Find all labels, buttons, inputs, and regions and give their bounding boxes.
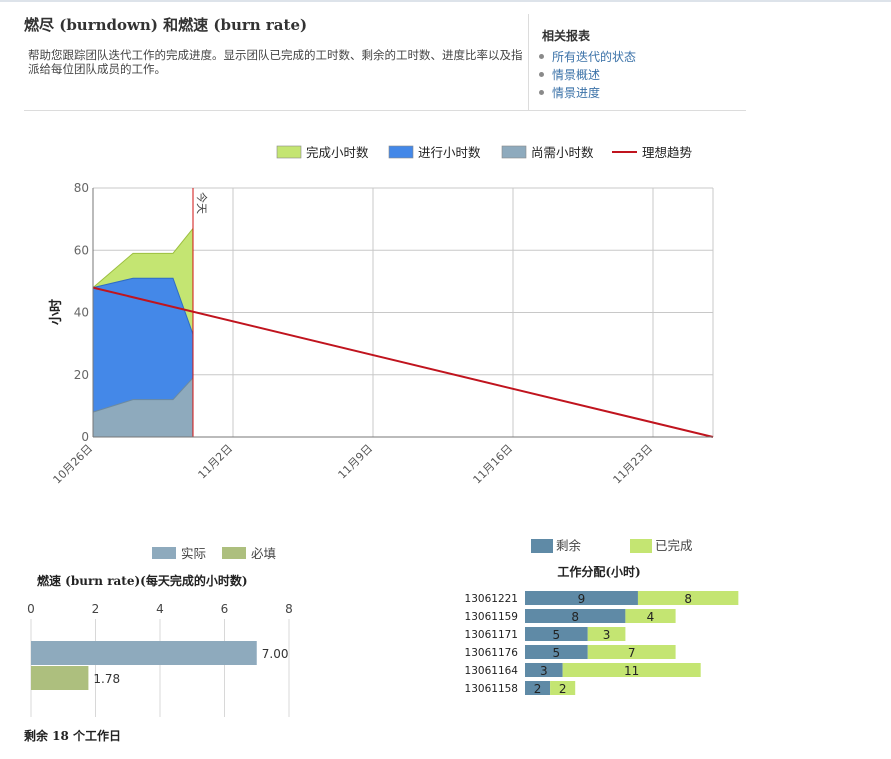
- in-progress-hours-area: [93, 278, 193, 413]
- work-member-label: 13061159: [465, 611, 518, 623]
- work-remaining-value: 5: [553, 646, 561, 660]
- x-tick-label: 10月26日: [51, 442, 96, 487]
- burn-rate-bar-required: [31, 666, 89, 690]
- legend-required-label: 必填: [251, 546, 276, 561]
- work-done-value: 3: [603, 628, 611, 642]
- burn-rate-bar-label: 1.78: [93, 672, 120, 686]
- burn-rate-bar-actual: [31, 641, 257, 665]
- burn-rate-tick-label: 8: [285, 602, 293, 616]
- x-tick-label: 11月23日: [611, 442, 656, 487]
- remaining-workdays: 剩余 18 个工作日: [24, 729, 122, 743]
- charts-canvas: 0 20 40 60 80 10月26日 11月2日 11月9日 11月16日 11月23日 今天小…: [27, 145, 739, 717]
- legend-work-done-swatch: [630, 539, 652, 553]
- legend-work-remaining-swatch: [531, 539, 553, 553]
- work-done-value: 2: [559, 682, 567, 696]
- y-axis-label: 小时: [48, 299, 64, 325]
- legend-completed-swatch: [276, 145, 302, 159]
- work-remaining-value: 3: [540, 664, 548, 678]
- work-member-label: 13061158: [465, 683, 518, 695]
- work-remaining-value: 2: [534, 682, 542, 696]
- legend-actual-label: 实际: [181, 546, 206, 561]
- burn-rate-tick-label: 2: [92, 602, 100, 616]
- today-marker-label: 今天: [195, 192, 209, 214]
- work-member-label: 13061221: [465, 593, 518, 605]
- legend-required-swatch: [222, 547, 246, 559]
- burn-rate-tick-label: 0: [27, 602, 35, 616]
- work-member-label: 13061171: [465, 629, 518, 641]
- work-remaining-value: 8: [571, 610, 579, 624]
- legend-work-remaining-label: 剩余: [556, 538, 582, 553]
- work-remaining-value: 9: [578, 592, 586, 606]
- work-remaining-value: 5: [553, 628, 561, 642]
- work-member-label: 13061176: [465, 647, 519, 659]
- legend-ideal-label: 理想趋势: [642, 145, 693, 160]
- work-distribution-title: 工作分配(小时): [557, 564, 640, 579]
- burn-rate-tick-label: 6: [221, 602, 229, 616]
- y-tick-label: 80: [74, 181, 89, 195]
- burn-rate-tick-label: 4: [156, 602, 164, 616]
- legend-completed-label: 完成小时数: [306, 145, 369, 160]
- work-done-value: 11: [624, 664, 639, 678]
- legend-in-progress-swatch: [388, 145, 414, 159]
- work-done-value: 7: [628, 646, 636, 660]
- x-tick-label: 11月9日: [336, 442, 376, 482]
- x-tick-label: 11月16日: [471, 442, 516, 487]
- work-member-label: 13061164: [465, 665, 519, 677]
- x-tick-label: 11月2日: [196, 442, 236, 482]
- legend-work-done-label: 已完成: [655, 538, 693, 553]
- legend-actual-swatch: [152, 547, 176, 559]
- y-tick-label: 40: [74, 306, 89, 320]
- y-tick-label: 60: [74, 243, 89, 257]
- burn-rate-title: 燃速 (burn rate)(每天完成的小时数): [37, 573, 248, 588]
- legend-in-progress-label: 进行小时数: [418, 145, 481, 160]
- legend-remaining-label: 尚需小时数: [531, 145, 594, 160]
- work-done-value: 4: [647, 610, 655, 624]
- legend-remaining-swatch: [501, 145, 527, 159]
- work-done-value: 8: [684, 592, 692, 606]
- y-tick-label: 20: [74, 368, 89, 382]
- burn-rate-bar-label: 7.00: [262, 647, 289, 661]
